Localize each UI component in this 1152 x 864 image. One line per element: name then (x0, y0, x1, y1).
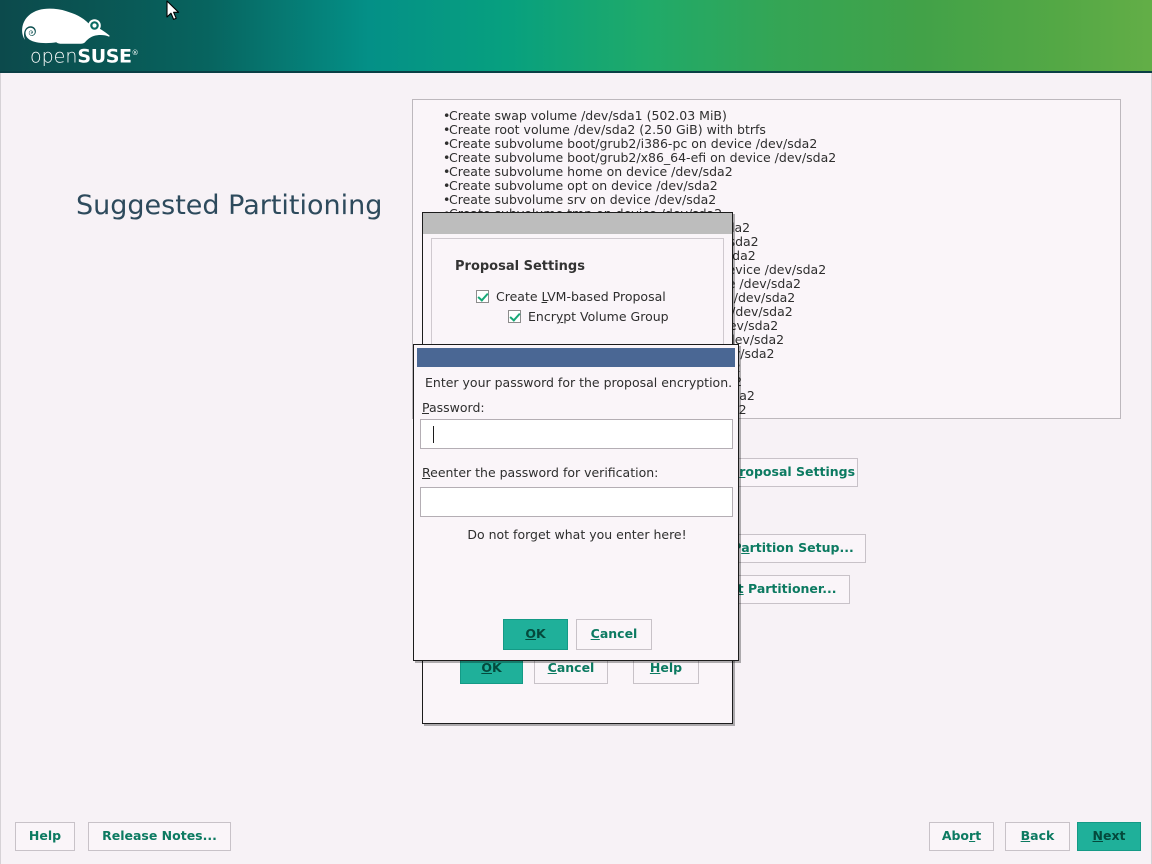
page-title: Suggested Partitioning (76, 190, 382, 221)
release-notes-button[interactable]: Release Notes... (88, 822, 231, 851)
proposal-cancel-label: Cancel (548, 662, 595, 675)
encrypt-volume-group-label: Encrypt Volume Group (528, 309, 669, 324)
content-area: Suggested Partitioning Create swap volum… (0, 73, 1152, 864)
opensuse-wordmark: openSUSE® (30, 44, 139, 66)
password-dialog-titlebar[interactable] (417, 348, 735, 367)
header-banner: openSUSE® (0, 0, 1152, 71)
summary-list-item: Create subvolume srv on device /dev/sda2 (413, 193, 1120, 207)
summary-list-item: Create subvolume boot/grub2/x86_64-efi o… (413, 151, 1120, 165)
abort-button-label: Abort (942, 830, 981, 843)
password-ok-button[interactable]: OK (503, 619, 568, 650)
summary-list-item: Create subvolume boot/grub2/i386-pc on d… (413, 137, 1120, 151)
help-button[interactable]: Help (15, 822, 75, 851)
proposal-dialog-titlebar[interactable] (423, 213, 732, 234)
summary-list-item: Create root volume /dev/sda2 (2.50 GiB) … (413, 123, 1120, 137)
create-lvm-based-proposal-label: Create LVM-based Proposal (496, 289, 666, 304)
text-caret (433, 426, 434, 443)
installer-window: openSUSE® Suggested Partitioning Create … (0, 0, 1152, 864)
summary-list-item: Create subvolume home on device /dev/sda… (413, 165, 1120, 179)
verify-password-input[interactable] (420, 487, 733, 517)
proposal-settings-heading: Proposal Settings (455, 259, 585, 274)
logo-word-suse: SUSE (77, 45, 131, 67)
opensuse-chameleon-logo: openSUSE® (16, 5, 126, 67)
proposal-help-label: Help (650, 662, 682, 675)
encryption-password-dialog: Enter your password for the proposal enc… (413, 344, 739, 661)
release-notes-label: Release Notes... (102, 830, 217, 843)
back-button-label: Back (1021, 830, 1055, 843)
abort-button[interactable]: Abort (929, 822, 994, 851)
proposal-ok-label: OK (481, 662, 501, 675)
password-ok-label: OK (525, 628, 545, 641)
summary-list-item: Create swap volume /dev/sda1 (502.03 MiB… (413, 109, 1120, 123)
password-field-label: Password: (422, 400, 485, 415)
help-button-label: Help (29, 830, 61, 843)
verify-password-field-label: Reenter the password for verification: (422, 465, 658, 480)
checkbox-checked-icon (476, 290, 489, 303)
password-dialog-intro: Enter your password for the proposal enc… (425, 375, 732, 390)
password-cancel-button[interactable]: Cancel (576, 619, 652, 650)
summary-list-item: Create subvolume opt on device /dev/sda2 (413, 179, 1120, 193)
password-warning-note: Do not forget what you enter here! (414, 527, 740, 542)
next-button-label: Next (1093, 830, 1126, 843)
checkbox-checked-icon (508, 310, 521, 323)
next-button[interactable]: Next (1077, 822, 1141, 851)
password-input[interactable] (420, 419, 733, 449)
encrypt-volume-group-checkbox[interactable]: Encrypt Volume Group (508, 309, 669, 324)
logo-trademark: ® (132, 49, 139, 57)
logo-word-open: open (30, 45, 77, 67)
create-lvm-based-proposal-checkbox[interactable]: Create LVM-based Proposal (476, 289, 666, 304)
password-cancel-label: Cancel (591, 628, 638, 641)
back-button[interactable]: Back (1005, 822, 1070, 851)
